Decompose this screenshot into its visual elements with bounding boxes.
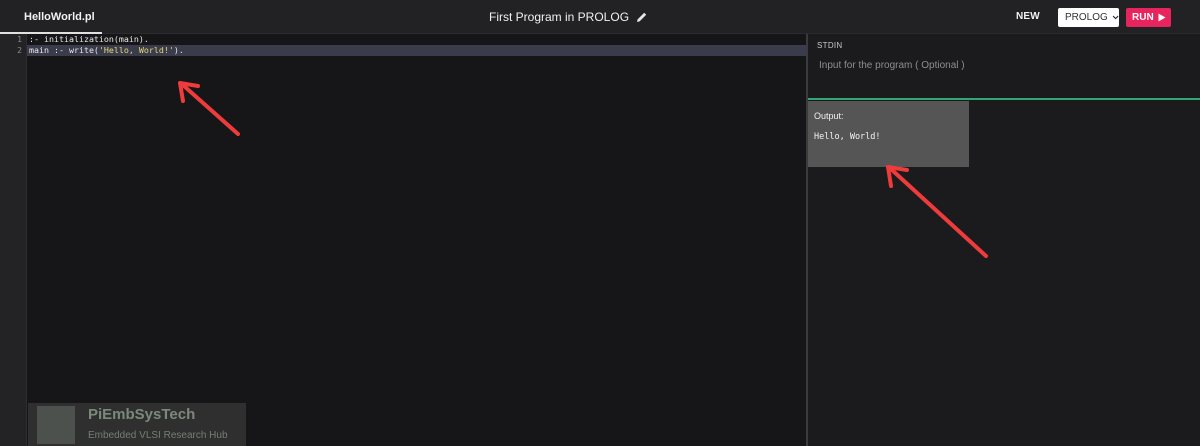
program-title-text: First Program in PROLOG (489, 10, 630, 24)
line-number: 1 (17, 35, 22, 44)
code-line[interactable]: :- initialization(main). (29, 34, 149, 45)
watermark-logo-icon (37, 406, 75, 444)
watermark-subtitle: Embedded VLSI Research Hub (88, 430, 228, 441)
code-line[interactable]: main :- write('Hello, World!'). (29, 45, 184, 56)
play-icon (1158, 13, 1166, 22)
code-token: main :- write( (29, 45, 99, 55)
pencil-icon[interactable] (636, 11, 648, 23)
io-panel: STDIN Output: Hello, World! (808, 34, 1200, 446)
line-number: 2 (17, 46, 22, 55)
language-select-value: PROLOG (1065, 12, 1108, 23)
file-tab[interactable]: HelloWorld.pl (0, 0, 102, 34)
program-title[interactable]: First Program in PROLOG (489, 0, 648, 34)
code-string-token: 'Hello, World!' (98, 45, 174, 55)
run-button-label: RUN (1132, 12, 1154, 23)
new-button[interactable]: NEW (1016, 9, 1040, 25)
output-label: Output: (814, 111, 844, 121)
line-gutter: 1 2 (0, 34, 27, 446)
stdin-divider (808, 98, 1200, 100)
stdin-input[interactable] (817, 54, 1191, 76)
output-text: Hello, World! (814, 132, 881, 142)
watermark: PiEmbSysTech Embedded VLSI Research Hub (28, 403, 246, 446)
code-token: ). (173, 45, 184, 55)
watermark-name: PiEmbSysTech (88, 406, 196, 423)
run-button[interactable]: RUN (1126, 8, 1171, 27)
language-select[interactable]: PROLOG (1058, 8, 1119, 27)
top-bar: HelloWorld.pl First Program in PROLOG NE… (0, 0, 1200, 34)
output-box: Output: Hello, World! (808, 101, 969, 167)
stdin-label: STDIN (817, 41, 843, 50)
code-editor[interactable]: 1 2 :- initialization(main). main :- wri… (0, 34, 806, 446)
chevron-down-icon (1112, 15, 1119, 20)
